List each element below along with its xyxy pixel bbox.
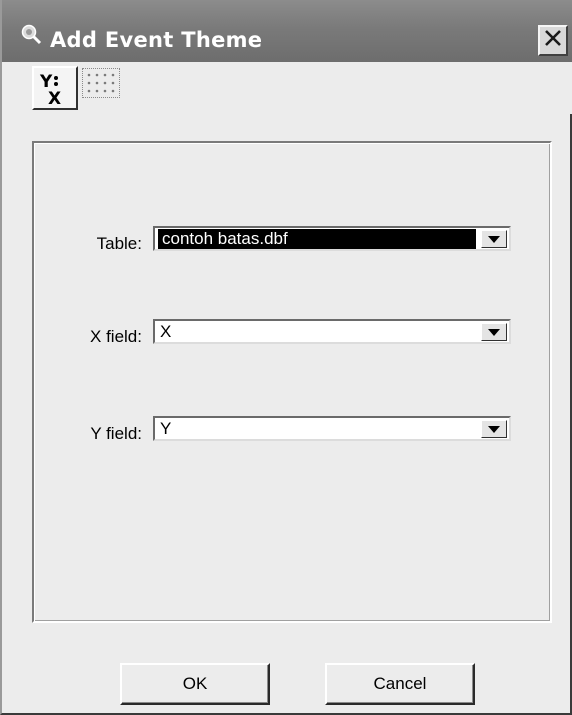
dialog-window: Add Event Theme Y X Table: contoh batas.… (0, 0, 572, 715)
table-label: Table: (96, 234, 142, 253)
magnifier-globe-icon (20, 23, 42, 45)
close-icon (544, 29, 562, 52)
chevron-down-icon[interactable] (481, 230, 507, 248)
dotted-table-icon (83, 73, 119, 101)
x-field-select[interactable]: X (153, 319, 511, 344)
yx-xy-event-icon: Y X (34, 72, 76, 112)
window-title: Add Event Theme (50, 28, 263, 52)
x-field-label: X field: (90, 327, 142, 346)
y-field-select-value: Y (160, 419, 172, 438)
chevron-down-icon[interactable] (481, 420, 507, 438)
y-field-label: Y field: (90, 424, 142, 443)
xy-event-tool-button[interactable]: Y X (32, 66, 78, 110)
table-event-tool-button[interactable] (82, 68, 120, 98)
form-panel (32, 141, 552, 623)
table-select[interactable]: contoh batas.dbf (153, 226, 511, 251)
chevron-down-icon[interactable] (481, 323, 507, 341)
ok-button[interactable]: OK (120, 663, 270, 705)
cancel-button[interactable]: Cancel (325, 663, 475, 705)
y-field-select[interactable]: Y (153, 416, 511, 441)
close-button[interactable] (538, 25, 568, 56)
x-field-select-value: X (160, 322, 172, 341)
table-select-value: contoh batas.dbf (158, 229, 476, 249)
title-bar[interactable]: Add Event Theme (2, 0, 572, 63)
svg-text:X: X (48, 89, 61, 108)
